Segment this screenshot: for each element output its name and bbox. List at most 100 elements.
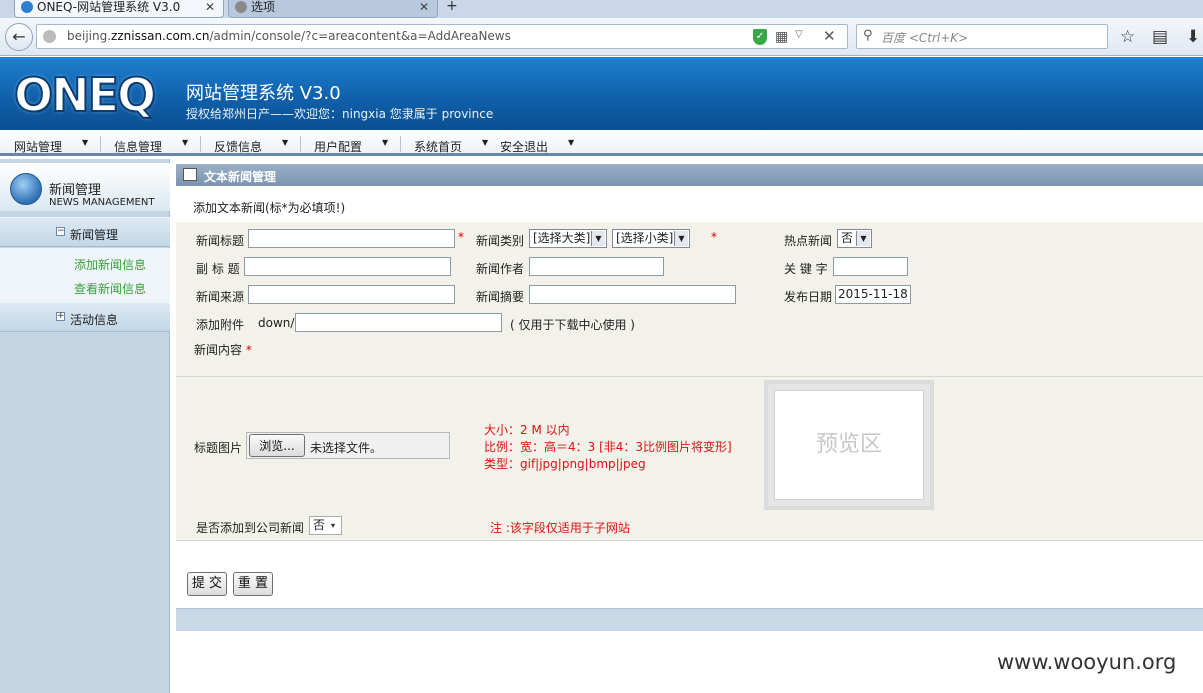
- attachment-input[interactable]: [295, 313, 502, 332]
- chevron-down-icon[interactable]: ▼: [482, 138, 488, 147]
- file-input[interactable]: 浏览... 未选择文件。: [246, 432, 450, 459]
- collapse-icon[interactable]: −: [56, 227, 65, 236]
- news-title-label: 新闻标题: [196, 234, 245, 248]
- menu-divider: [200, 136, 201, 152]
- menu-divider: [300, 136, 301, 152]
- company-news-label: 是否添加到公司新闻: [196, 521, 305, 535]
- sidebar-link-view-news[interactable]: 查看新闻信息: [74, 280, 146, 297]
- news-title-input[interactable]: [248, 229, 455, 248]
- browser-tab-active[interactable]: ONEQ-网站管理系统 V3.0 ✕: [14, 0, 224, 18]
- menu-item-info-manage[interactable]: 信息管理: [114, 138, 162, 155]
- chevron-down-icon[interactable]: ▼: [674, 231, 688, 246]
- browse-button[interactable]: 浏览...: [249, 434, 305, 457]
- chevron-down-icon[interactable]: ▼: [856, 231, 870, 246]
- sidebar-link-add-news[interactable]: 添加新闻信息: [74, 256, 146, 273]
- sidebar-group-activity[interactable]: + 活动信息: [0, 302, 170, 332]
- required-mark: *: [711, 230, 717, 244]
- hot-news-label: 热点新闻: [784, 234, 833, 248]
- summary-input[interactable]: [529, 285, 736, 304]
- oneq-logo: ONEQ: [13, 68, 157, 122]
- category-major-select[interactable]: [选择大类] ▼: [529, 229, 607, 248]
- category-minor-select[interactable]: [选择小类] ▼: [612, 229, 690, 248]
- sidebar-title: 新闻管理: [49, 183, 102, 198]
- keyword-label: 关 键 字: [784, 262, 828, 276]
- subtitle-input[interactable]: [244, 257, 451, 276]
- browser-tab-bar: ONEQ-网站管理系统 V3.0 ✕ 选项 ✕ +: [0, 0, 1203, 18]
- gear-icon: [235, 1, 247, 13]
- chevron-down-icon[interactable]: ▾: [326, 518, 340, 533]
- chevron-down-icon[interactable]: ▼: [568, 138, 574, 147]
- expand-icon[interactable]: +: [56, 312, 65, 321]
- site-favicon-icon: [21, 1, 33, 13]
- image-type-note: 类型：gif|jpg|png|bmp|jpeg: [484, 457, 646, 471]
- chevron-down-icon[interactable]: ▼: [82, 138, 88, 147]
- menu-item-logout[interactable]: 安全退出: [500, 138, 548, 155]
- sidebar-group-label: 新闻管理: [70, 228, 119, 242]
- system-title: 网站管理系统 V3.0: [186, 83, 341, 104]
- sidebar-group-label: 活动信息: [70, 313, 119, 327]
- menu-divider: [100, 136, 101, 152]
- new-tab-icon[interactable]: +: [446, 0, 458, 13]
- auth-line: 授权给郑州日产——欢迎您：ningxia 您隶属于 province: [186, 107, 494, 121]
- content-label: 新闻内容 *: [194, 343, 252, 357]
- stop-icon[interactable]: ✕: [823, 27, 836, 45]
- keyword-input[interactable]: [833, 257, 908, 276]
- sidebar-sublinks: 添加新闻信息 查看新闻信息: [0, 248, 170, 302]
- browser-tab-options[interactable]: 选项 ✕: [228, 0, 438, 18]
- back-button[interactable]: ←: [5, 23, 33, 51]
- attachment-hint: ( 仅用于下载中心使用 ): [510, 318, 635, 332]
- attachment-label: 添加附件: [196, 318, 245, 332]
- reading-list-icon[interactable]: ▤: [1152, 27, 1168, 47]
- form-actions: 提 交 重 置: [176, 562, 1203, 608]
- image-size-note: 大小：2 M 以内: [484, 423, 570, 437]
- download-icon[interactable]: ⬇: [1186, 27, 1200, 47]
- chevron-down-icon[interactable]: ▼: [182, 138, 188, 147]
- sidebar-subtitle: NEWS MANAGEMENT: [49, 197, 155, 208]
- security-shield-icon: ✓: [753, 29, 767, 45]
- divider: [176, 540, 1203, 541]
- panel-title: 文本新闻管理: [204, 170, 277, 184]
- qr-code-icon[interactable]: ▦: [775, 29, 788, 45]
- close-tab-icon[interactable]: ✕: [419, 0, 429, 14]
- author-label: 新闻作者: [476, 262, 525, 276]
- submit-button[interactable]: 提 交: [187, 572, 227, 596]
- chevron-down-icon[interactable]: ▼: [282, 138, 288, 147]
- sidebar-group-news[interactable]: − 新闻管理: [0, 217, 170, 247]
- menu-item-home[interactable]: 系统首页: [414, 138, 462, 155]
- main-menu: 网站管理 ▼ 信息管理 ▼ 反馈信息 ▼ 用户配置 ▼ 系统首页 ▼ 安全退出 …: [0, 130, 1203, 156]
- panel-footer: [176, 608, 1203, 631]
- left-sidebar: 新闻管理 NEWS MANAGEMENT − 新闻管理 添加新闻信息 查看新闻信…: [0, 159, 170, 693]
- menu-item-user-config[interactable]: 用户配置: [314, 138, 362, 155]
- chevron-down-icon[interactable]: ▼: [591, 231, 605, 246]
- watermark-text: www.wooyun.org: [997, 650, 1177, 674]
- panel-header: 文本新闻管理: [176, 164, 1203, 186]
- subtitle-label: 副 标 题: [196, 262, 240, 276]
- address-bar[interactable]: beijing.zznissan.com.cn/admin/console/?c…: [36, 24, 848, 49]
- no-file-text: 未选择文件。: [310, 441, 383, 455]
- dropdown-arrow-icon[interactable]: ▽: [795, 29, 803, 40]
- close-tab-icon[interactable]: ✕: [205, 0, 215, 14]
- reset-button[interactable]: 重 置: [233, 572, 273, 596]
- menu-item-site-manage[interactable]: 网站管理: [14, 138, 62, 155]
- required-mark: *: [458, 230, 464, 244]
- image-ratio-note: 比例：宽：高＝4：3 [非4：3比例图片将变形]: [484, 440, 732, 454]
- source-label: 新闻来源: [196, 290, 245, 304]
- menu-item-feedback[interactable]: 反馈信息: [214, 138, 262, 155]
- site-header: ONEQ 网站管理系统 V3.0 授权给郑州日产——欢迎您：ningxia 您隶…: [0, 57, 1203, 130]
- source-input[interactable]: [248, 285, 455, 304]
- company-news-note: 注 :该字段仅适用于子网站: [490, 521, 630, 535]
- company-news-select[interactable]: 否 ▾: [309, 516, 342, 535]
- divider: [176, 376, 1203, 377]
- publish-date-input[interactable]: 2015-11-18 1: [835, 285, 911, 304]
- chevron-down-icon[interactable]: ▼: [382, 138, 388, 147]
- bookmark-star-icon[interactable]: ☆: [1120, 27, 1135, 47]
- globe-icon: [43, 30, 56, 43]
- publish-date-label: 发布日期: [784, 290, 833, 304]
- sidebar-header: 新闻管理 NEWS MANAGEMENT: [0, 163, 170, 211]
- summary-label: 新闻摘要: [476, 290, 525, 304]
- search-box[interactable]: ⚲ 百度 <Ctrl+K>: [856, 24, 1108, 49]
- search-icon: ⚲: [863, 28, 873, 43]
- hot-news-select[interactable]: 否 ▼: [837, 229, 872, 248]
- url-text: beijing.zznissan.com.cn/admin/console/?c…: [67, 29, 511, 43]
- author-input[interactable]: [529, 257, 664, 276]
